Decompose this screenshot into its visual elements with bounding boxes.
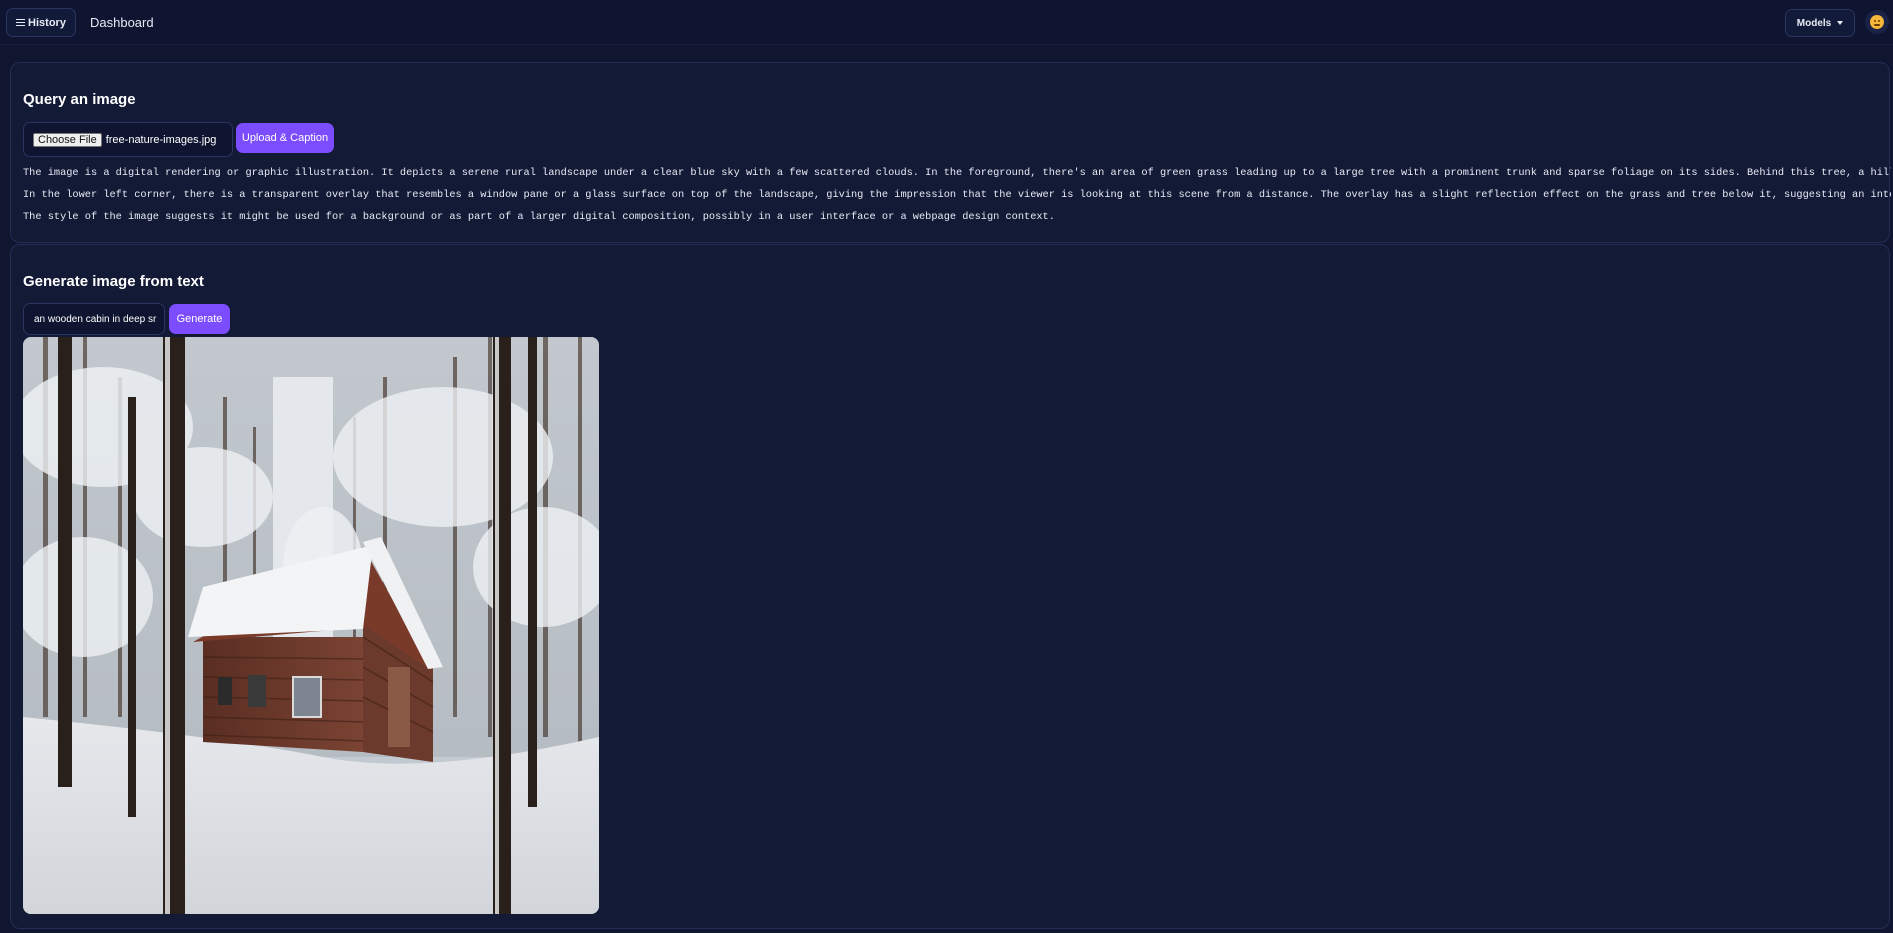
file-input[interactable]: Choose File free-nature-images.jpg [23, 122, 233, 157]
caption-line: The image is a digital rendering or grap… [23, 167, 1891, 179]
caption-line: In the lower left corner, there is a tra… [23, 189, 1891, 201]
generated-image [23, 337, 599, 914]
models-label: Models [1796, 17, 1832, 29]
prompt-input[interactable]: an wooden cabin in deep sr [23, 303, 165, 335]
page-title: Dashboard [90, 15, 154, 30]
caret-down-icon [1837, 21, 1844, 25]
hamburger-icon [16, 18, 26, 27]
history-label: History [28, 16, 66, 29]
generate-section-title: Generate image from text [23, 273, 204, 290]
history-button[interactable]: History [6, 8, 76, 37]
snowy-cabin-illustration [23, 337, 599, 914]
query-section-title: Query an image [23, 91, 136, 108]
caption-line: The style of the image suggests it might… [23, 211, 1055, 223]
query-image-card: Query an image Choose File free-nature-i… [10, 62, 1891, 243]
upload-caption-button[interactable]: Upload & Caption [236, 123, 334, 153]
choose-file-button[interactable]: Choose File [33, 132, 102, 147]
top-navbar: History Dashboard Models [0, 0, 1893, 45]
emoji-avatar-icon [1870, 15, 1884, 29]
selected-file-name: free-nature-images.jpg [105, 133, 217, 146]
models-dropdown[interactable]: Models [1785, 9, 1855, 37]
generate-button[interactable]: Generate [169, 304, 230, 334]
generate-image-card: Generate image from text an wooden cabin… [10, 244, 1890, 929]
avatar[interactable] [1865, 10, 1889, 34]
caption-output: The image is a digital rendering or grap… [23, 166, 1891, 232]
